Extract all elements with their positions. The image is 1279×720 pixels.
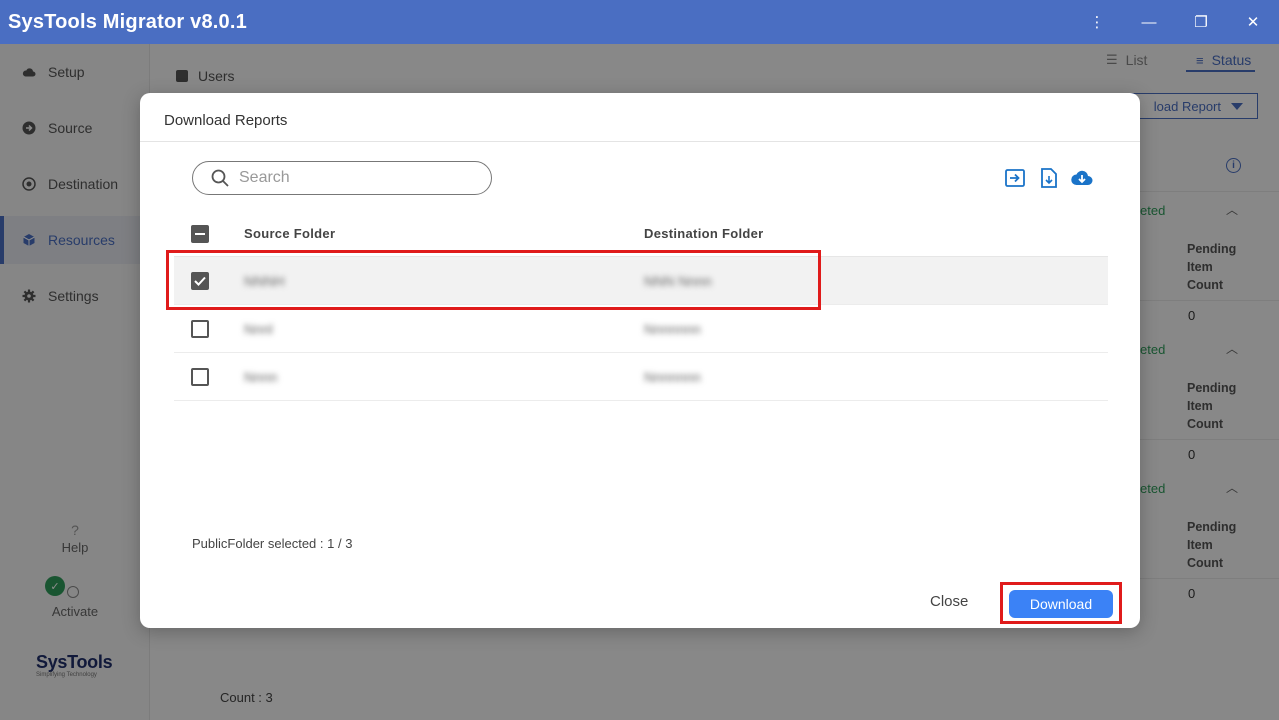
app-title: SysTools Migrator v8.0.1 bbox=[8, 10, 247, 33]
cloud-download-icon[interactable] bbox=[1071, 167, 1093, 189]
destination-folder-cell: Nnnnnnn bbox=[644, 369, 701, 385]
dialog-title: Download Reports bbox=[164, 112, 288, 129]
source-folder-cell: Nnnn bbox=[244, 369, 278, 385]
select-all-checkbox[interactable] bbox=[191, 225, 209, 243]
title-bar: SysTools Migrator v8.0.1 ⋮ — ❐ ✕ bbox=[0, 0, 1279, 44]
row-checkbox[interactable] bbox=[191, 320, 209, 338]
more-icon[interactable]: ⋮ bbox=[1071, 0, 1123, 44]
close-icon[interactable]: ✕ bbox=[1227, 0, 1279, 44]
dialog-divider bbox=[140, 141, 1140, 142]
table-row[interactable]: Nnnl Nnnnnnn bbox=[174, 305, 1108, 353]
column-header-destination: Destination Folder bbox=[644, 226, 764, 241]
search-icon bbox=[211, 169, 229, 187]
row-checkbox[interactable] bbox=[191, 368, 209, 386]
table-row[interactable]: Nnnn Nnnnnnn bbox=[174, 353, 1108, 401]
file-download-icon[interactable] bbox=[1038, 167, 1060, 189]
column-header-source: Source Folder bbox=[244, 226, 336, 241]
close-button[interactable]: Close bbox=[930, 593, 968, 610]
window-controls: ⋮ — ❐ ✕ bbox=[1071, 0, 1279, 44]
selected-row-highlight bbox=[166, 250, 821, 310]
download-reports-dialog: Download Reports Source Folder Destinati… bbox=[140, 93, 1140, 628]
download-button-highlight: Download bbox=[1000, 582, 1122, 624]
search-box bbox=[192, 161, 492, 195]
selected-count-label: PublicFolder selected : 1 / 3 bbox=[192, 536, 353, 551]
destination-folder-cell: Nnnnnnn bbox=[644, 321, 701, 337]
source-folder-cell: Nnnl bbox=[244, 321, 273, 337]
download-button[interactable]: Download bbox=[1009, 590, 1113, 618]
minimize-icon[interactable]: — bbox=[1123, 0, 1175, 44]
export-icon[interactable] bbox=[1004, 167, 1026, 189]
search-input[interactable] bbox=[239, 169, 479, 187]
restore-icon[interactable]: ❐ bbox=[1175, 0, 1227, 44]
